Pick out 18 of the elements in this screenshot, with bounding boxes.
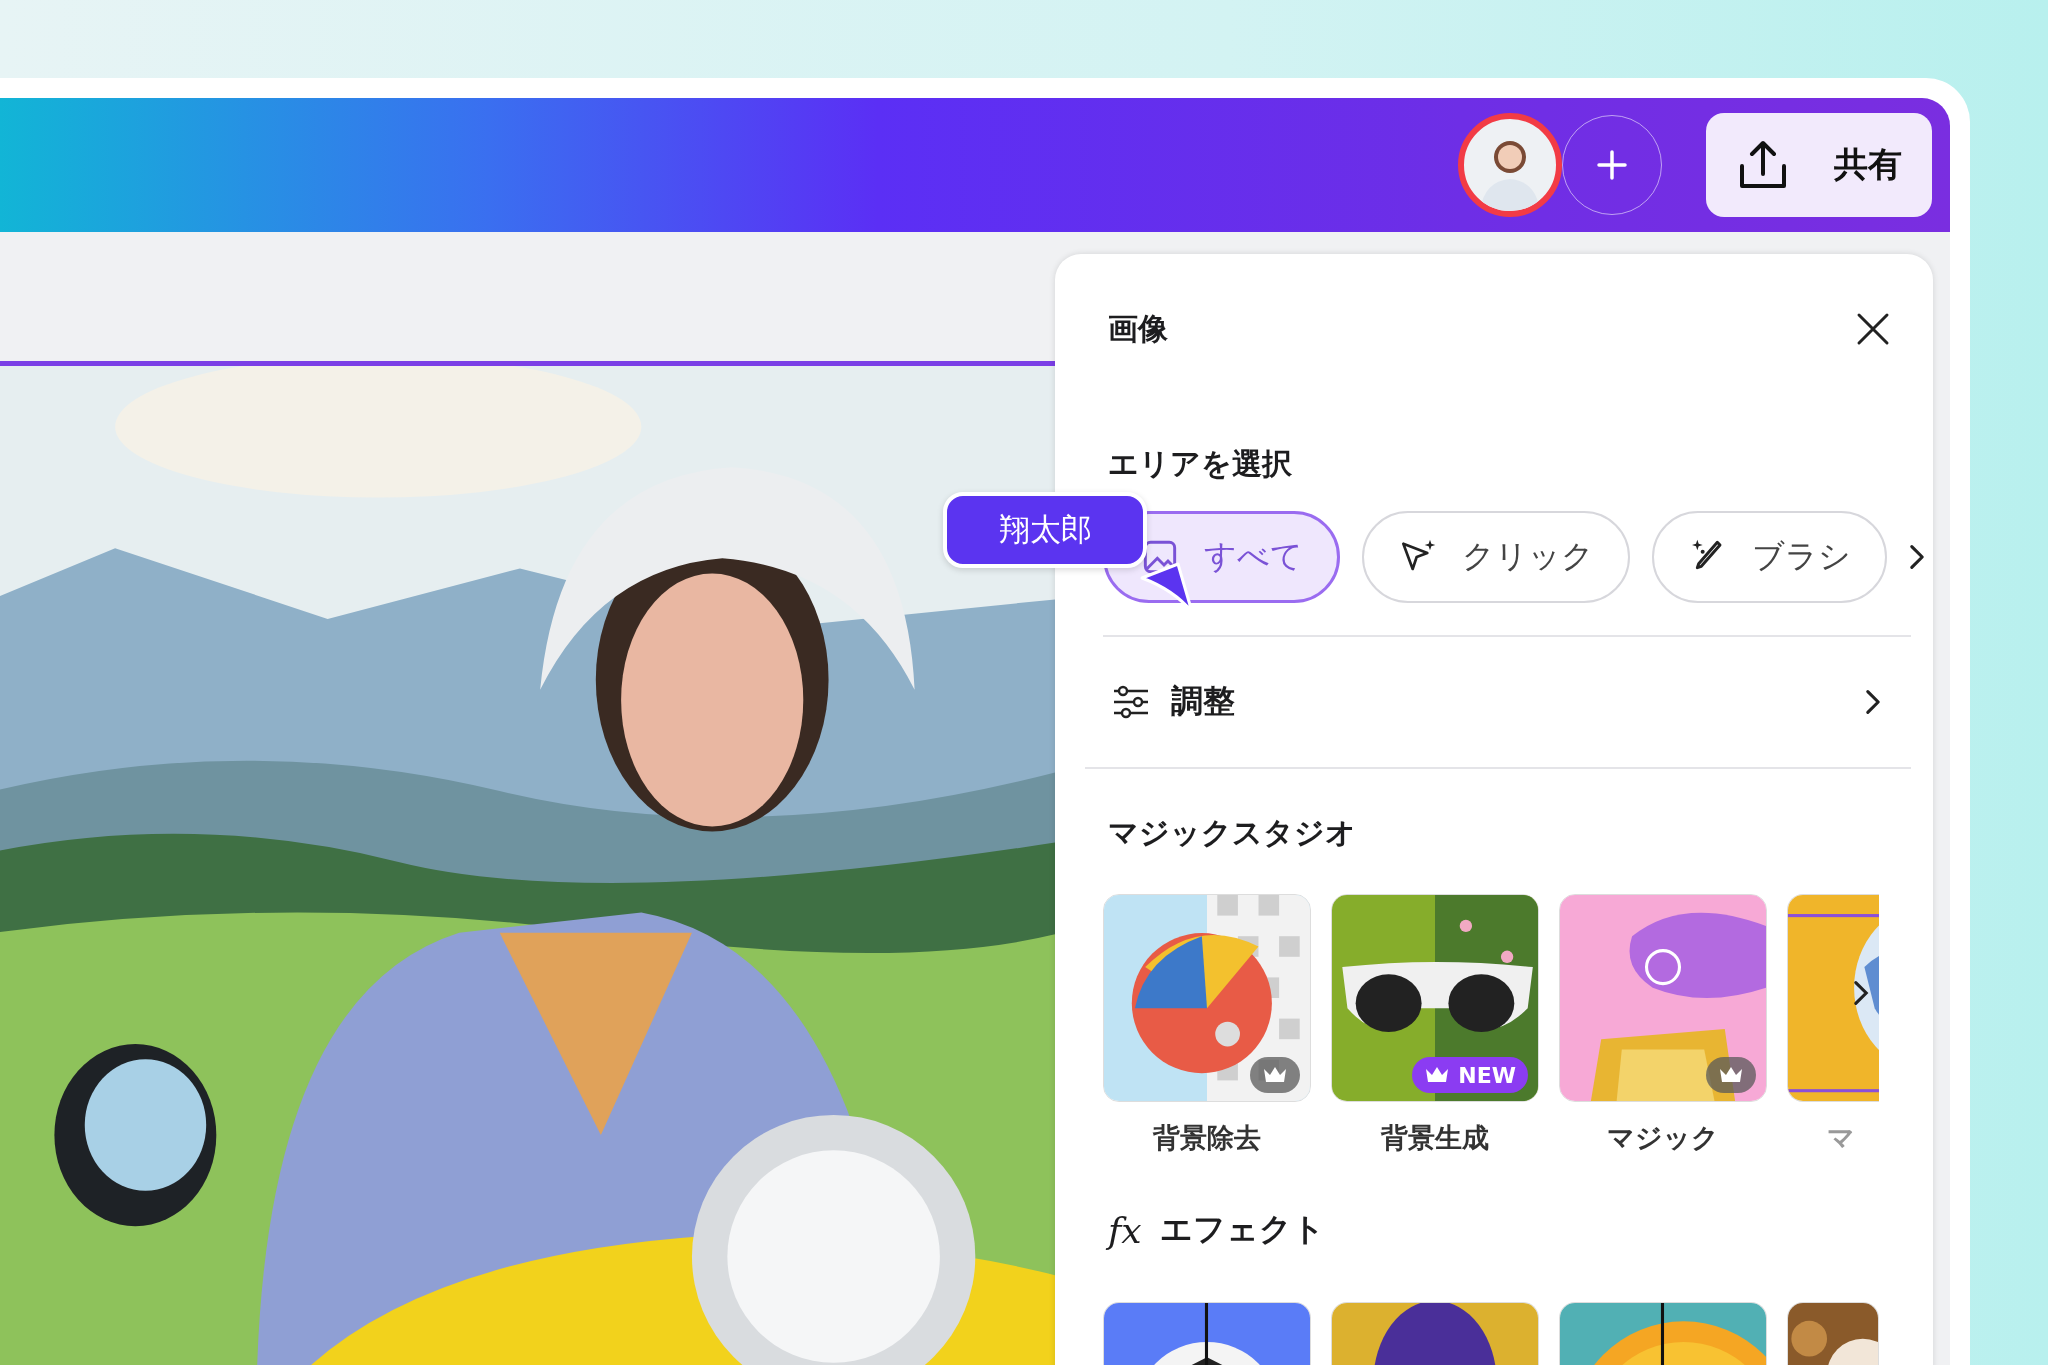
panel-title: 画像 [1108, 309, 1168, 348]
tool-label: マジック [1607, 1121, 1719, 1155]
plus-icon [1596, 149, 1628, 181]
section-heading: マジックスタジオ [1107, 814, 1357, 852]
tool-label: 背景除去 [1153, 1121, 1261, 1155]
tool-label: マ [1826, 1121, 1855, 1155]
share-button[interactable]: 共有 [1706, 113, 1932, 217]
tool-label: 背景生成 [1381, 1121, 1489, 1155]
selection-chip[interactable]: クリック [1362, 511, 1630, 603]
section-heading: エフェクト [1159, 1209, 1325, 1250]
adjust-row[interactable]: 調整 [1085, 637, 1911, 769]
chevron-right-icon[interactable] [1865, 689, 1881, 715]
scroll-right-icon[interactable] [1853, 980, 1869, 1006]
collaborator-name-tag: 翔太郎 [943, 492, 1147, 568]
selection-chip[interactable]: ブラシ [1652, 511, 1887, 603]
section-heading: エリアを選択 [1107, 445, 1293, 483]
new-badge: NEW [1412, 1057, 1528, 1093]
scroll-right-icon[interactable] [1909, 544, 1925, 570]
